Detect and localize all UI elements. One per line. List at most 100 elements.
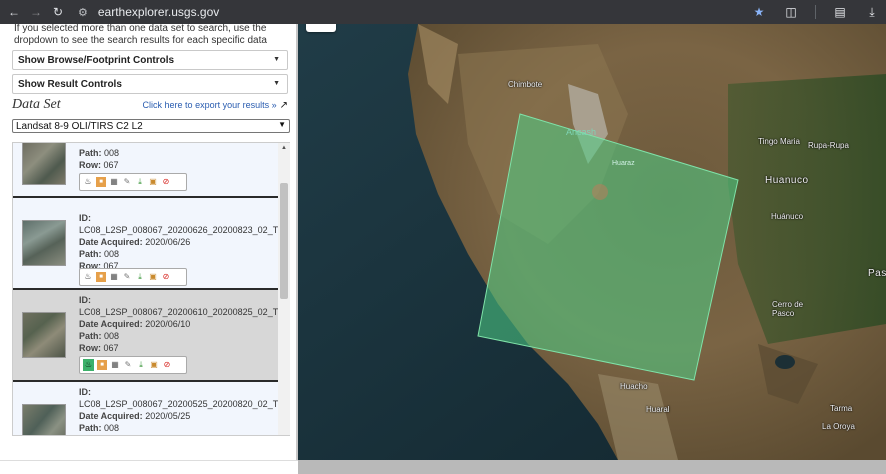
dataset-select[interactable]: Landsat 8-9 OLI/TIRS C2 L2 ▼	[12, 119, 290, 133]
browser-toolbar: ← → ↻ ⚙ earthexplorer.usgs.gov ★ ◫ ▤ ⤓	[0, 0, 886, 24]
dataset-header: Data Set Click here to export your resul…	[12, 97, 288, 112]
scroll-up-icon[interactable]: ▲	[281, 145, 287, 151]
browse-footprint-controls-label: Show Browse/Footprint Controls	[18, 54, 175, 66]
result-item[interactable]: ID: LC08_L2SP_008067_20200626_20200823_0…	[13, 198, 283, 290]
place-label-cerro-de-pasco-2: Pasco	[772, 309, 795, 318]
site-info-icon[interactable]: ⚙	[78, 6, 88, 19]
entity-id: LC08_L2SP_008067_20200626_20200823_02_T1	[79, 225, 284, 235]
chevron-down-icon: ▼	[273, 56, 280, 63]
result-item-selected[interactable]: ID: LC08_L2SP_008067_20200610_20200825_0…	[13, 290, 283, 382]
footprint-icon[interactable]: ♨	[83, 359, 94, 371]
region-label-pasco: Pas	[868, 268, 886, 279]
exclude-scene-icon[interactable]: ⊘	[162, 360, 172, 370]
result-info: Path: 008 Row: 067	[79, 147, 119, 171]
download-options-icon[interactable]: ⤓	[135, 272, 145, 282]
back-icon[interactable]: ←	[6, 4, 22, 20]
date-label: Date Acquired:	[79, 237, 143, 247]
metadata-zoom-icon[interactable]: ▦	[109, 177, 119, 187]
place-label-cerro-de-pasco-1: Cerro de	[772, 300, 804, 309]
result-toolbar: ♨ ■ ▦ ✎ ⤓ ▣ ⊘	[79, 173, 187, 191]
toolbar-divider	[815, 5, 816, 19]
result-controls-label: Show Result Controls	[18, 78, 122, 90]
result-toolbar: ♨ ■ ▦ ✎ ⤓ ▣ ⊘	[79, 268, 187, 286]
result-toolbar: ♨ ■ ▦ ✎ ⤓ ▣ ⊘	[79, 356, 187, 374]
id-label: ID:	[79, 295, 91, 305]
compare-icon[interactable]: ✎	[122, 177, 132, 187]
browse-thumbnail[interactable]	[22, 404, 66, 435]
compare-icon[interactable]: ✎	[122, 272, 132, 282]
order-scene-icon[interactable]: ▣	[149, 360, 159, 370]
browse-overlay-icon[interactable]: ■	[97, 360, 107, 370]
metadata-zoom-icon[interactable]: ▦	[109, 272, 119, 282]
footprint-icon[interactable]: ♨	[83, 272, 93, 282]
external-link-icon: ↗	[279, 99, 288, 111]
map-view[interactable]: Chimbote Ancash Huaraz Tingo Maria Rupa-…	[298, 24, 886, 460]
result-info: ID: LC08_L2SP_008067_20200626_20200823_0…	[79, 212, 283, 272]
place-label-rupa-rupa: Rupa-Rupa	[808, 141, 849, 150]
row-label: Row:	[79, 435, 101, 436]
result-info: ID: LC08_L2SP_008067_20200525_20200820_0…	[79, 386, 284, 436]
path-label: Path:	[79, 423, 102, 433]
path-value: 008	[104, 331, 120, 341]
place-label-huaral: Huaral	[646, 405, 670, 414]
download-options-icon[interactable]: ⤓	[136, 360, 146, 370]
reading-list-icon[interactable]: ▤	[832, 4, 848, 20]
region-label-ancash: Ancash	[566, 127, 597, 137]
browse-footprint-controls-toggle[interactable]: Show Browse/Footprint Controls ▼	[12, 50, 288, 70]
results-scrollbar[interactable]: ▲	[278, 143, 290, 435]
export-results-link[interactable]: Click here to export your results » ↗	[143, 100, 288, 111]
date-label: Date Acquired:	[79, 319, 143, 329]
scrollbar-thumb[interactable]	[280, 183, 288, 299]
star-icon[interactable]: ★	[751, 4, 767, 20]
path-label: Path:	[79, 331, 102, 341]
exclude-scene-icon[interactable]: ⊘	[161, 177, 171, 187]
date-value: 2020/06/10	[145, 319, 191, 329]
path-value: 008	[104, 423, 120, 433]
metadata-zoom-icon[interactable]: ▦	[110, 360, 120, 370]
results-list[interactable]: Path: 008 Row: 067 ♨ ■ ▦ ✎ ⤓ ▣ ⊘ ID: LC0…	[12, 142, 290, 436]
place-label-chimbote: Chimbote	[508, 80, 543, 89]
entity-id: LC08_L2SP_008067_20200525_20200820_02_T1	[79, 399, 284, 409]
id-label: ID:	[79, 387, 91, 397]
url-text: earthexplorer.usgs.gov	[97, 5, 220, 19]
order-scene-icon[interactable]: ▣	[148, 177, 158, 187]
path-value: 008	[104, 249, 120, 259]
compare-icon[interactable]: ✎	[123, 360, 133, 370]
download-icon[interactable]: ⤓	[864, 4, 880, 20]
path-value: 008	[104, 148, 120, 158]
browse-thumbnail[interactable]	[22, 143, 66, 185]
place-label-la-oroya: La Oroya	[822, 422, 855, 431]
id-label: ID:	[79, 213, 91, 223]
forward-icon[interactable]: →	[28, 4, 44, 20]
result-info: ID: LC08_L2SP_008067_20200610_20200825_0…	[79, 294, 283, 354]
map-layers-button[interactable]	[306, 24, 336, 32]
row-label: Row:	[79, 343, 101, 353]
row-value: 067	[104, 435, 119, 436]
row-value: 067	[103, 160, 119, 170]
place-label-huacho: Huacho	[620, 382, 648, 391]
chevron-down-icon: ▼	[273, 80, 280, 87]
result-controls-toggle[interactable]: Show Result Controls ▼	[12, 74, 288, 94]
left-panel-footer	[0, 460, 298, 474]
date-value: 2020/06/26	[145, 237, 191, 247]
footprint-icon[interactable]: ♨	[83, 177, 93, 187]
place-label-huaraz: Huaraz	[612, 160, 635, 167]
browse-thumbnail[interactable]	[22, 220, 66, 266]
dataset-select-value: Landsat 8-9 OLI/TIRS C2 L2	[16, 120, 143, 132]
row-value: 067	[103, 343, 119, 353]
browse-overlay-icon[interactable]: ■	[96, 272, 106, 282]
result-item[interactable]: ID: LC08_L2SP_008067_20200525_20200820_0…	[13, 382, 283, 435]
download-options-icon[interactable]: ⤓	[135, 177, 145, 187]
dataset-heading: Data Set	[12, 97, 61, 112]
extensions-icon[interactable]: ◫	[783, 4, 799, 20]
intro-text: If you selected more than one data set t…	[14, 24, 267, 46]
reload-icon[interactable]: ↻	[50, 4, 66, 20]
browse-overlay-icon[interactable]: ■	[96, 177, 106, 187]
address-bar[interactable]: ⚙ earthexplorer.usgs.gov	[78, 5, 219, 19]
result-item[interactable]: Path: 008 Row: 067 ♨ ■ ▦ ✎ ⤓ ▣ ⊘	[13, 143, 279, 198]
exclude-scene-icon[interactable]: ⊘	[161, 272, 171, 282]
order-scene-icon[interactable]: ▣	[148, 272, 158, 282]
entity-id: LC08_L2SP_008067_20200610_20200825_02_T1	[79, 307, 284, 317]
chevron-down-icon: ▼	[278, 120, 286, 129]
browse-thumbnail[interactable]	[22, 312, 66, 358]
